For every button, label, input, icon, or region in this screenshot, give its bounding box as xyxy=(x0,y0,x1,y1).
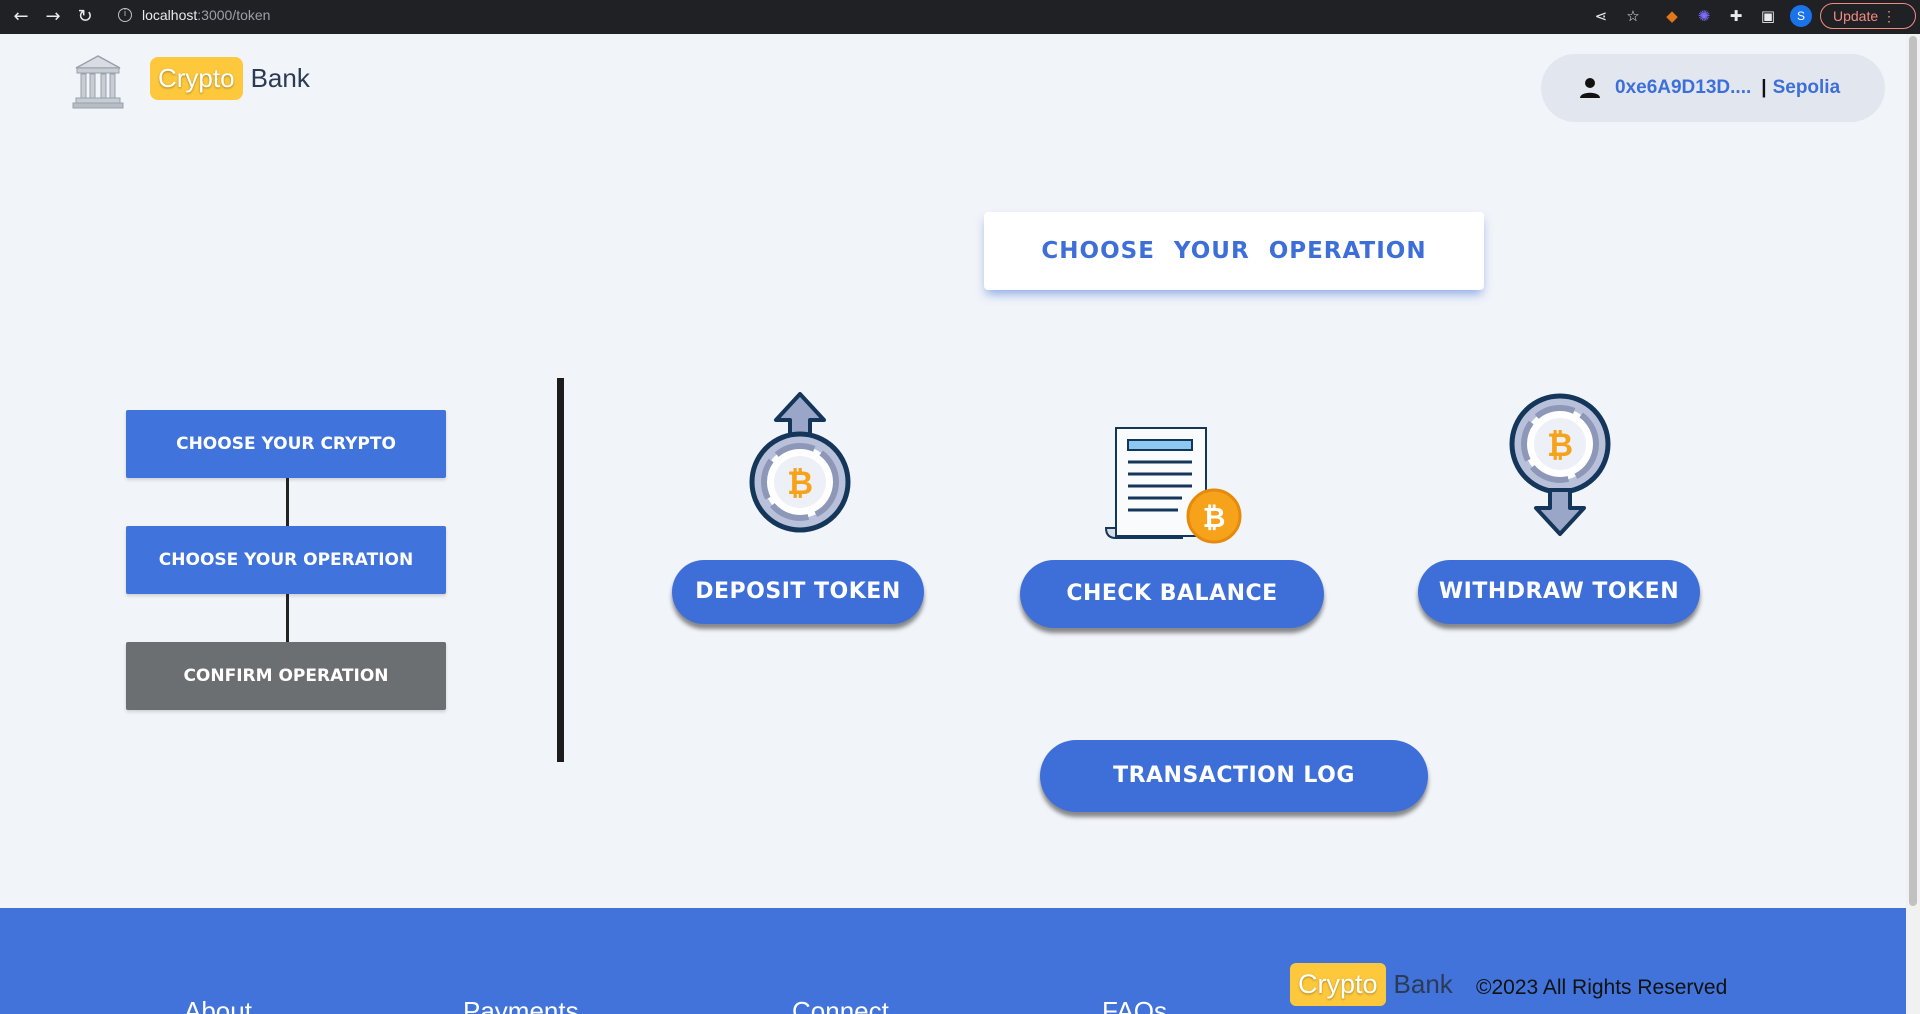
footer-brand-pill: Crypto xyxy=(1290,963,1386,1006)
copyright-text: ©2023 All Rights Reserved xyxy=(1476,976,1728,999)
reload-icon[interactable]: ↻ xyxy=(74,6,96,28)
vertical-divider xyxy=(557,378,564,762)
profile-avatar[interactable]: S xyxy=(1790,5,1812,27)
deposit-token-button[interactable]: DEPOSIT TOKEN xyxy=(672,560,924,624)
site-info-icon[interactable]: i xyxy=(118,8,132,22)
svg-text:₿: ₿ xyxy=(1203,501,1226,534)
step-choose-operation[interactable]: CHOOSE YOUR OPERATION xyxy=(126,526,446,594)
brand-logo[interactable]: Crypto Bank xyxy=(150,57,310,100)
footer-link-payments[interactable]: Payments xyxy=(463,996,579,1014)
wallet-address: 0xe6A9D13D.... xyxy=(1615,77,1752,98)
svg-text:₿: ₿ xyxy=(787,464,813,502)
extension-icon[interactable]: ✺ xyxy=(1694,6,1714,26)
bank-logo-icon[interactable] xyxy=(72,54,124,110)
balance-receipt-icon: ₿ xyxy=(1104,427,1242,544)
footer-brand-logo: Crypto Bank xyxy=(1290,963,1453,1006)
withdraw-token-button[interactable]: WITHDRAW TOKEN xyxy=(1418,560,1700,624)
scrollbar-thumb[interactable] xyxy=(1909,36,1917,906)
brand-text: Bank xyxy=(250,63,310,93)
footer-link-faqs[interactable]: FAQs xyxy=(1102,996,1167,1014)
step-choose-crypto[interactable]: CHOOSE YOUR CRYPTO xyxy=(126,410,446,478)
back-arrow-icon[interactable]: ← xyxy=(10,6,32,28)
forward-arrow-icon[interactable]: → xyxy=(42,6,64,28)
step-connector xyxy=(286,478,289,526)
update-button[interactable]: Update ⋮ xyxy=(1820,3,1916,29)
bookmark-star-icon[interactable]: ☆ xyxy=(1623,6,1643,26)
metamask-extension-icon[interactable]: ◆ xyxy=(1662,6,1682,26)
side-panel-icon[interactable]: ▣ xyxy=(1758,6,1778,26)
address-bar[interactable]: localhost:3000/token xyxy=(142,7,270,23)
check-balance-button[interactable]: CHECK BALANCE xyxy=(1020,560,1324,628)
step-connector xyxy=(286,594,289,642)
footer-link-about[interactable]: About xyxy=(184,996,252,1014)
deposit-bitcoin-icon: ₿ xyxy=(749,392,851,533)
wallet-badge[interactable]: 0xe6A9D13D.... | Sepolia xyxy=(1541,54,1885,122)
brand-pill: Crypto xyxy=(150,57,243,100)
step-confirm-operation[interactable]: CONFIRM OPERATION xyxy=(126,642,446,710)
user-icon xyxy=(1580,78,1600,98)
share-icon[interactable]: ⋖ xyxy=(1591,6,1611,26)
transaction-log-button[interactable]: TRANSACTION LOG xyxy=(1040,740,1428,812)
footer-link-connect[interactable]: Connect xyxy=(792,996,889,1014)
network-name: Sepolia xyxy=(1772,77,1841,98)
browser-toolbar: ← → ↻ i localhost:3000/token ⋖ ☆ ◆ ✺ ✚ ▣… xyxy=(0,0,1920,34)
footer: About Payments Connect FAQs Crypto Bank … xyxy=(0,908,1906,1014)
puzzle-extensions-icon[interactable]: ✚ xyxy=(1726,6,1746,26)
withdraw-bitcoin-icon: ₿ xyxy=(1509,393,1611,536)
svg-text:₿: ₿ xyxy=(1547,426,1573,464)
page-scrollbar[interactable] xyxy=(1906,34,1920,1014)
wallet-separator: | xyxy=(1761,77,1767,98)
page-title: CHOOSE YOUR OPERATION xyxy=(984,212,1484,290)
footer-brand-text: Bank xyxy=(1393,969,1453,999)
